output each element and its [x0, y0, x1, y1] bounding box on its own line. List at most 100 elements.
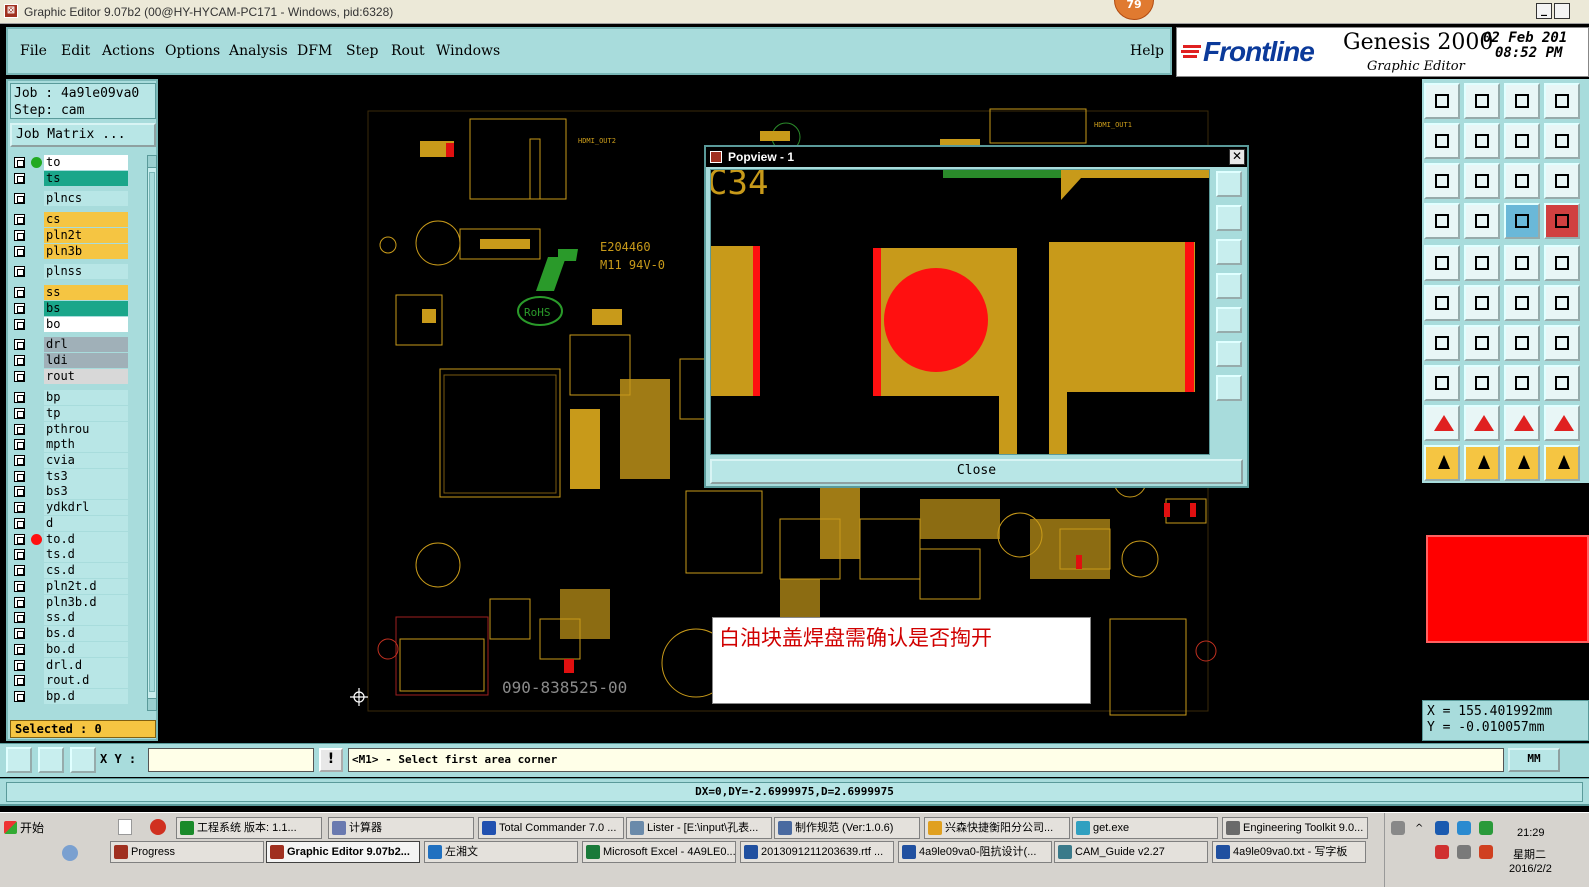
layer-row[interactable]: bo [10, 317, 146, 332]
layer-name[interactable]: to [44, 155, 128, 170]
snap-icon[interactable] [1504, 285, 1540, 321]
layer-name[interactable]: bs3 [44, 484, 128, 499]
layer-row[interactable]: bo.d [10, 642, 146, 657]
layer-row[interactable]: rout [10, 369, 146, 384]
taskbar-button[interactable]: Engineering Toolkit 9.0... [1222, 817, 1368, 839]
layer-checkbox[interactable] [14, 266, 25, 277]
layer-row[interactable]: cs [10, 212, 146, 227]
alert-button[interactable]: ! [319, 748, 343, 772]
menu-windows[interactable]: Windows [436, 43, 500, 59]
layer-name[interactable]: bs [44, 301, 128, 316]
layer-checkbox[interactable] [14, 581, 25, 592]
layer-name[interactable]: pln2t.d [44, 579, 128, 594]
layer-row[interactable]: mpth [10, 437, 146, 452]
layer-checkbox[interactable] [14, 628, 25, 639]
taskbar-button[interactable]: 4a9le09va0.txt - 写字板 [1212, 841, 1366, 863]
ruler-icon[interactable] [1504, 245, 1540, 281]
layer-row[interactable]: bp [10, 390, 146, 405]
menu-options[interactable]: Options [165, 43, 220, 59]
taskbar-button[interactable]: Progress [110, 841, 264, 863]
layer-checkbox[interactable] [14, 392, 25, 403]
slash-icon[interactable] [1464, 325, 1500, 361]
menu-edit[interactable]: Edit [61, 43, 90, 59]
layer-name[interactable]: bo [44, 317, 128, 332]
layer-checkbox[interactable] [14, 691, 25, 702]
layer-checkbox[interactable] [14, 371, 25, 382]
connect-icon[interactable] [1464, 203, 1500, 239]
layer-row[interactable]: drl [10, 337, 146, 352]
popview-pan-right-icon[interactable] [1216, 307, 1242, 333]
layer-checkbox[interactable] [14, 157, 25, 168]
layer-name[interactable]: ldi [44, 353, 128, 368]
query-icon[interactable] [1544, 163, 1580, 199]
layer-row[interactable]: plnss [10, 264, 146, 279]
taskbar-button[interactable]: 20130912112036​39.rtf ... [740, 841, 894, 863]
flip-icon[interactable] [1504, 123, 1540, 159]
popview-zoom-fit-icon[interactable] [1216, 171, 1242, 197]
resize-icon[interactable] [1504, 365, 1540, 401]
quick-launch-icon[interactable] [150, 819, 166, 835]
pad-select-icon[interactable] [1504, 203, 1540, 239]
menu-rout[interactable]: Rout [391, 43, 425, 59]
tray-app-3-icon[interactable] [1479, 845, 1493, 859]
layer-checkbox[interactable] [14, 230, 25, 241]
layer-checkbox[interactable] [14, 455, 25, 466]
layer-checkbox[interactable] [14, 612, 25, 623]
move-right-icon[interactable] [1464, 123, 1500, 159]
measure-mode-icon[interactable] [38, 747, 64, 773]
layer-row[interactable]: cvia [10, 453, 146, 468]
popview-pan-down-icon[interactable] [1216, 239, 1242, 265]
menu-file[interactable]: File [20, 43, 47, 59]
start-button[interactable]: 开始 [2, 817, 50, 839]
layer-name[interactable]: ts.d [44, 547, 128, 562]
layer-checkbox[interactable] [14, 471, 25, 482]
layer-name[interactable]: bp.d [44, 689, 128, 704]
popview-zoom-in-icon[interactable] [1216, 341, 1242, 367]
filter-icon[interactable] [1424, 203, 1460, 239]
popview-pan-up-icon[interactable] [1216, 205, 1242, 231]
taskbar-button[interactable]: 制作规范 (Ver:1.0.6) [774, 817, 920, 839]
notification-badge[interactable]: 79 [1114, 0, 1154, 20]
layer-name[interactable]: bp [44, 390, 128, 405]
layer-name[interactable]: to.d [44, 532, 128, 547]
layer-row[interactable]: cs.d [10, 563, 146, 578]
taskbar-button[interactable]: CAM_Guide v2.27 [1054, 841, 1208, 863]
popview-close-icon[interactable]: ✕ [1229, 149, 1245, 165]
move-down-icon[interactable] [1464, 83, 1500, 119]
layer-name[interactable]: pln2t [44, 228, 128, 243]
taskbar-button[interactable]: 工程系统 版本: 1.1... [176, 817, 322, 839]
taskbar-button[interactable]: Microsoft Excel - 4A9LE0... [582, 841, 736, 863]
layer-row[interactable]: tp [10, 406, 146, 421]
layer-row[interactable]: ts3 [10, 469, 146, 484]
popview-zoom-out-icon[interactable] [1216, 375, 1242, 401]
layer-row[interactable]: ts [10, 171, 146, 186]
layer-checkbox[interactable] [14, 660, 25, 671]
layer-checkbox[interactable] [14, 502, 25, 513]
pad-icon[interactable] [1544, 245, 1580, 281]
layer-checkbox[interactable] [14, 675, 25, 686]
layer-name[interactable]: drl [44, 337, 128, 352]
feature-info-icon[interactable] [1424, 245, 1460, 281]
layer-list-scrollbar[interactable] [147, 155, 157, 711]
bluetooth-icon[interactable] [1435, 821, 1449, 835]
layer-row[interactable]: ldi [10, 353, 146, 368]
scroll-thumb[interactable] [149, 172, 155, 692]
layer-checkbox[interactable] [14, 439, 25, 450]
menu-actions[interactable]: Actions [102, 43, 155, 59]
layer-row[interactable]: pln2t.d [10, 579, 146, 594]
layer-checkbox[interactable] [14, 339, 25, 350]
menu-analysis[interactable]: Analysis [229, 43, 288, 59]
network-icon[interactable] [1457, 845, 1471, 859]
home-icon[interactable] [1504, 83, 1540, 119]
select-mode-icon[interactable] [6, 747, 32, 773]
layer-row[interactable]: ts.d [10, 547, 146, 562]
layout-icon[interactable] [1544, 83, 1580, 119]
taskbar-button[interactable]: 计算器 [328, 817, 474, 839]
rotate-icon[interactable] [1544, 365, 1580, 401]
angle-icon[interactable] [1424, 325, 1460, 361]
taskbar-button[interactable]: 左湘文 [424, 841, 578, 863]
layer-checkbox[interactable] [14, 214, 25, 225]
layer-name[interactable]: ts [44, 171, 128, 186]
triangle-2-icon[interactable] [1464, 405, 1500, 441]
taskbar-button[interactable]: get.exe [1072, 817, 1218, 839]
